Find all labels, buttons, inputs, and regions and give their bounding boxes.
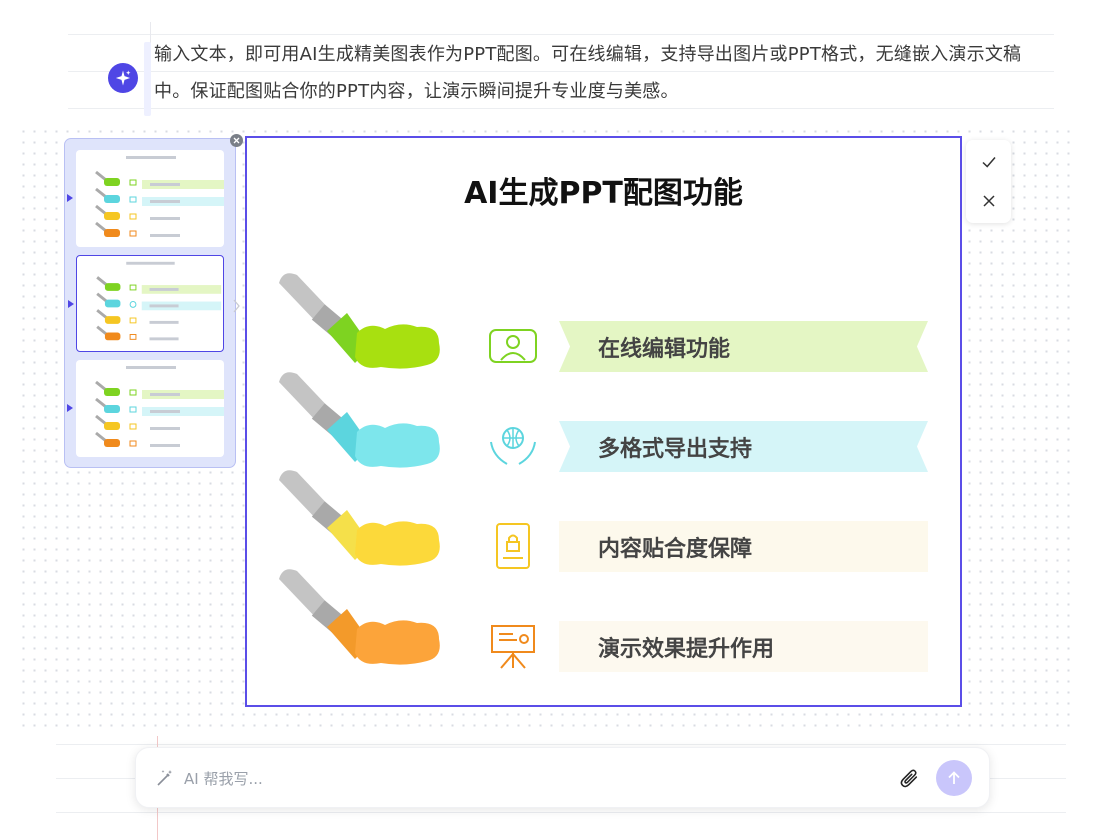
thumbnail-option-1[interactable] bbox=[67, 150, 224, 247]
thumbnail-pointer-icon bbox=[67, 194, 73, 202]
globe-hands-icon bbox=[490, 427, 536, 465]
cyan-paintbrush-icon bbox=[279, 372, 440, 468]
feature-label: 内容贴合度保障 bbox=[598, 536, 753, 562]
thumbnail-option-2[interactable] bbox=[68, 255, 224, 352]
accept-reject-card bbox=[966, 140, 1011, 223]
magic-wand-icon bbox=[155, 768, 175, 792]
slide-canvas[interactable]: AI生成PPT配图功能 在线编辑功能 多格式导出支持 内容贴合度保障 演示效果提… bbox=[245, 136, 962, 707]
feature-label: 演示效果提升作用 bbox=[598, 636, 775, 662]
accept-button[interactable] bbox=[966, 143, 1011, 181]
feature-band-3: 内容贴合度保障 bbox=[559, 521, 928, 572]
thumbnail-panel bbox=[64, 138, 236, 468]
feature-band-4: 演示效果提升作用 bbox=[559, 621, 928, 672]
chevron-right-icon[interactable] bbox=[233, 298, 241, 317]
feature-label: 多格式导出支持 bbox=[598, 436, 753, 462]
feature-band-2: 多格式导出支持 bbox=[559, 421, 928, 472]
ai-sparkle-icon[interactable] bbox=[108, 63, 138, 93]
slide-title: AI生成PPT配图功能 bbox=[464, 176, 743, 211]
prompt-text: 输入文本，即可用AI生成精美图表作为PPT配图。可在线编辑，支持导出图片或PPT… bbox=[154, 44, 1022, 102]
feature-label: 在线编辑功能 bbox=[598, 336, 731, 362]
send-button[interactable] bbox=[936, 760, 972, 796]
reject-button[interactable] bbox=[966, 182, 1011, 220]
thumbnail-preview-1 bbox=[95, 156, 224, 237]
paperclip-icon[interactable] bbox=[898, 767, 920, 793]
orange-paintbrush-icon bbox=[279, 569, 440, 665]
presentation-board-icon bbox=[491, 625, 535, 669]
arrow-up-icon bbox=[948, 771, 960, 784]
ai-prompt-input[interactable] bbox=[182, 764, 866, 794]
ai-composer bbox=[135, 747, 990, 808]
close-icon bbox=[982, 195, 995, 207]
yellow-paintbrush-icon bbox=[279, 470, 440, 566]
document-lock-icon bbox=[496, 523, 530, 569]
green-paintbrush-icon bbox=[279, 273, 440, 369]
user-profile-icon bbox=[489, 329, 537, 363]
thumbnail-preview-2 bbox=[96, 261, 222, 341]
thumbnail-preview-3 bbox=[95, 366, 224, 447]
thumbnail-pointer-icon bbox=[68, 300, 74, 308]
check-icon bbox=[981, 157, 996, 168]
thumbnail-option-3[interactable] bbox=[67, 360, 224, 457]
prompt-indicator-bar bbox=[144, 42, 151, 116]
thumbnail-pointer-icon bbox=[67, 404, 73, 412]
close-thumbnails-icon[interactable] bbox=[230, 134, 243, 147]
feature-band-1: 在线编辑功能 bbox=[559, 321, 928, 372]
